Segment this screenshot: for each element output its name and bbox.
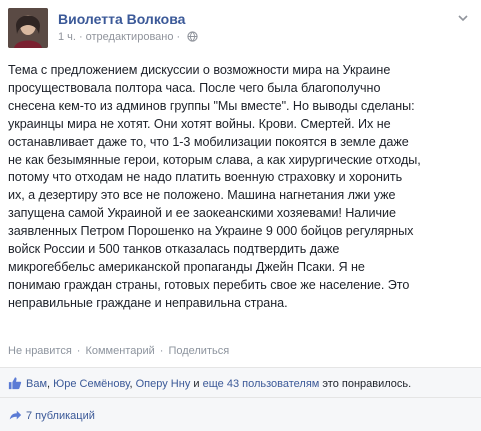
post-card: Виолетта Волкова 1 ч. · отредактировано · Т… bbox=[0, 0, 481, 431]
meta-separator: · bbox=[176, 31, 181, 43]
post-text: Тема с предложением дискуссии о возможно… bbox=[8, 63, 421, 310]
likes-comma: , bbox=[47, 378, 51, 390]
post-actions: Не нравится · Комментарий · Поделиться bbox=[8, 345, 229, 357]
like-person-1[interactable]: Юре Семёнову bbox=[53, 378, 129, 390]
post-meta: 1 ч. · отредактировано · bbox=[58, 31, 198, 45]
post-options-button[interactable] bbox=[455, 10, 471, 26]
unlike-link[interactable]: Не нравится bbox=[8, 345, 72, 357]
action-separator: · bbox=[76, 345, 81, 357]
avatar[interactable] bbox=[8, 8, 48, 48]
share-arrow-icon bbox=[8, 408, 22, 425]
likes-comma: , bbox=[129, 378, 133, 390]
comment-link[interactable]: Комментарий bbox=[85, 345, 154, 357]
author-name[interactable]: Виолетта Волкова bbox=[58, 11, 185, 27]
like-others-link[interactable]: еще 43 пользователям bbox=[203, 378, 320, 390]
shares-summary: 7 публикаций bbox=[0, 397, 481, 431]
post-header: Виолетта Волкова 1 ч. · отредактировано · bbox=[8, 8, 473, 54]
thumbs-up-icon bbox=[8, 376, 22, 393]
edited-link[interactable]: отредактировано bbox=[86, 31, 174, 43]
share-link[interactable]: Поделиться bbox=[168, 345, 229, 357]
globe-icon[interactable] bbox=[187, 31, 198, 45]
like-person-2[interactable]: Оперу Нну bbox=[136, 378, 191, 390]
post-timestamp[interactable]: 1 ч. bbox=[58, 31, 76, 43]
likes-summary: Вам, Юре Семёнову, Оперу Нну и еще 43 по… bbox=[0, 367, 481, 397]
like-you[interactable]: Вам bbox=[26, 378, 47, 390]
likes-suffix: это понравилось. bbox=[322, 378, 412, 390]
chevron-down-icon bbox=[458, 15, 468, 22]
likes-line: Вам, Юре Семёнову, Оперу Нну и еще 43 по… bbox=[8, 376, 411, 393]
shares-line: 7 публикаций bbox=[8, 408, 95, 425]
likes-and: и bbox=[193, 378, 200, 390]
avatar-photo bbox=[8, 8, 48, 48]
meta-separator: · bbox=[78, 31, 83, 43]
shares-count-link[interactable]: 7 публикаций bbox=[26, 410, 95, 422]
action-separator: · bbox=[159, 345, 164, 357]
